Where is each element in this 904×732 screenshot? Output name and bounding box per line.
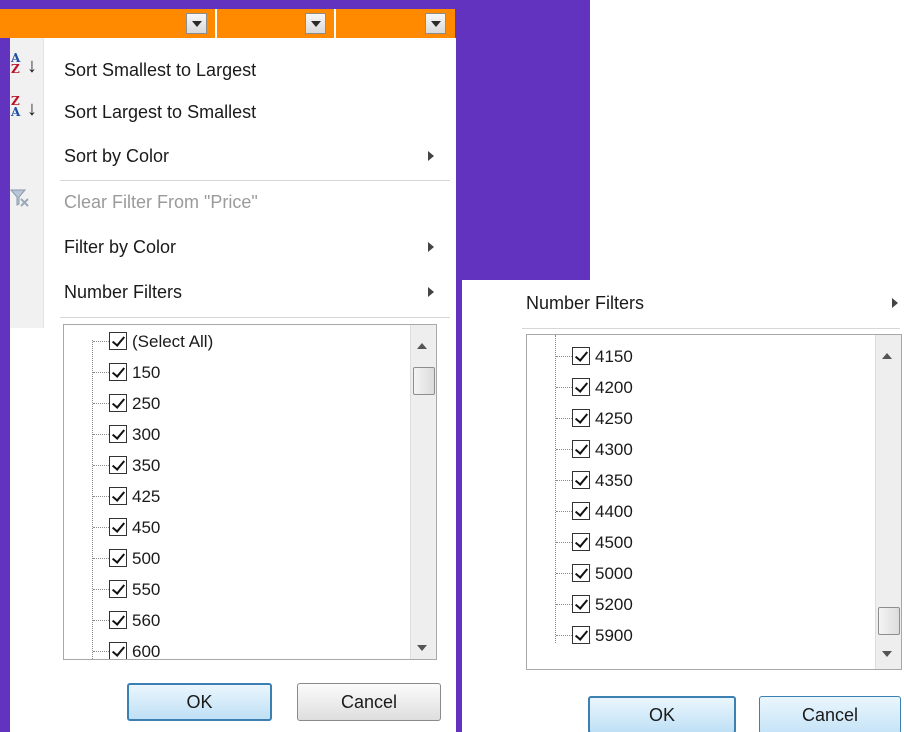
checkbox[interactable] [572, 409, 590, 427]
ok-button[interactable]: OK [127, 683, 272, 721]
ok-button[interactable]: OK [588, 696, 736, 732]
header-separator [215, 9, 217, 38]
autofilter-menu-scrolled: Number Filters 4150 4200 4250 4300 4350 … [462, 280, 904, 732]
sort-descending-icon: Z A ↓ [11, 94, 37, 120]
checkbox[interactable] [572, 347, 590, 365]
list-item[interactable]: (Select All) [64, 326, 404, 357]
menu-icon-gutter [10, 38, 44, 328]
scroll-up-icon[interactable] [882, 353, 892, 359]
scroll-thumb[interactable] [878, 607, 900, 635]
menu-separator [60, 317, 450, 318]
checkbox[interactable] [109, 394, 127, 412]
clear-filter-icon [10, 189, 29, 207]
value-checklist[interactable]: 4150 4200 4250 4300 4350 4400 4500 5000 … [526, 334, 902, 670]
sort-ascending-icon: A Z ↓ [11, 51, 37, 77]
list-item[interactable]: 4250 [527, 403, 867, 434]
autofilter-menu: A Z ↓ Sort Smallest to Largest Z A ↓ Sor… [10, 38, 456, 732]
number-filters-item[interactable]: Number Filters [526, 286, 644, 320]
checkbox[interactable] [572, 502, 590, 520]
clear-filter-item: Clear Filter From "Price" [64, 192, 258, 212]
menu-separator [522, 328, 900, 329]
value-checklist[interactable]: (Select All) 150 250 300 350 425 450 500… [63, 324, 437, 660]
filter-by-color-item[interactable]: Filter by Color [64, 230, 176, 264]
sort-ascending-item[interactable]: Sort Smallest to Largest [64, 53, 256, 87]
scroll-thumb[interactable] [413, 367, 435, 395]
scroll-down-icon[interactable] [882, 651, 892, 657]
list-item[interactable]: 4500 [527, 527, 867, 558]
submenu-arrow-icon [892, 298, 898, 308]
list-item[interactable]: 350 [64, 450, 404, 481]
submenu-arrow-icon [428, 287, 434, 297]
checkbox[interactable] [109, 580, 127, 598]
checkbox[interactable] [572, 440, 590, 458]
checkbox[interactable] [572, 533, 590, 551]
checkbox[interactable] [109, 487, 127, 505]
list-item[interactable]: 5000 [527, 558, 867, 589]
cancel-button[interactable]: Cancel [297, 683, 441, 721]
list-item[interactable]: 4300 [527, 434, 867, 465]
list-item[interactable]: 560 [64, 605, 404, 636]
header-separator [334, 9, 336, 38]
checkbox[interactable] [572, 626, 590, 644]
chevron-down-icon [311, 21, 321, 27]
list-scrollbar[interactable] [410, 325, 436, 659]
list-item[interactable]: 600 [64, 636, 404, 659]
submenu-arrow-icon [428, 242, 434, 252]
list-item[interactable]: 4200 [527, 372, 867, 403]
checkbox[interactable] [109, 518, 127, 536]
list-item[interactable]: 4150 [527, 341, 867, 372]
list-item[interactable]: 500 [64, 543, 404, 574]
checkbox[interactable] [109, 456, 127, 474]
menu-separator [60, 180, 450, 181]
number-filters-item[interactable]: Number Filters [64, 275, 182, 309]
checkbox[interactable] [572, 564, 590, 582]
sort-by-color-item[interactable]: Sort by Color [64, 139, 169, 173]
list-item[interactable]: 5200 [527, 589, 867, 620]
column-header-strip [0, 9, 455, 38]
scroll-down-icon[interactable] [417, 645, 427, 651]
list-item[interactable]: 5900 [527, 620, 867, 651]
checkbox[interactable] [109, 363, 127, 381]
column-filter-dropdown-active[interactable] [425, 13, 446, 34]
chevron-down-icon [192, 21, 202, 27]
checkbox[interactable] [572, 378, 590, 396]
checkbox[interactable] [572, 471, 590, 489]
list-item[interactable]: 4400 [527, 496, 867, 527]
column-filter-dropdown[interactable] [305, 13, 326, 34]
sort-descending-item[interactable]: Sort Largest to Smallest [64, 95, 256, 129]
cancel-button[interactable]: Cancel [759, 696, 901, 732]
list-item[interactable]: 4350 [527, 465, 867, 496]
checkbox[interactable] [109, 611, 127, 629]
list-item[interactable]: 300 [64, 419, 404, 450]
list-scrollbar[interactable] [875, 335, 901, 669]
checkbox[interactable] [109, 425, 127, 443]
submenu-arrow-icon [428, 151, 434, 161]
list-item[interactable]: 250 [64, 388, 404, 419]
scroll-up-icon[interactable] [417, 343, 427, 349]
checkbox[interactable] [109, 549, 127, 567]
checkbox[interactable] [109, 332, 127, 350]
chevron-down-icon [431, 21, 441, 27]
column-filter-dropdown[interactable] [186, 13, 207, 34]
checkbox[interactable] [572, 595, 590, 613]
list-item[interactable]: 150 [64, 357, 404, 388]
list-item[interactable]: 450 [64, 512, 404, 543]
list-item[interactable]: 425 [64, 481, 404, 512]
checkbox[interactable] [109, 642, 127, 659]
list-item[interactable]: 550 [64, 574, 404, 605]
